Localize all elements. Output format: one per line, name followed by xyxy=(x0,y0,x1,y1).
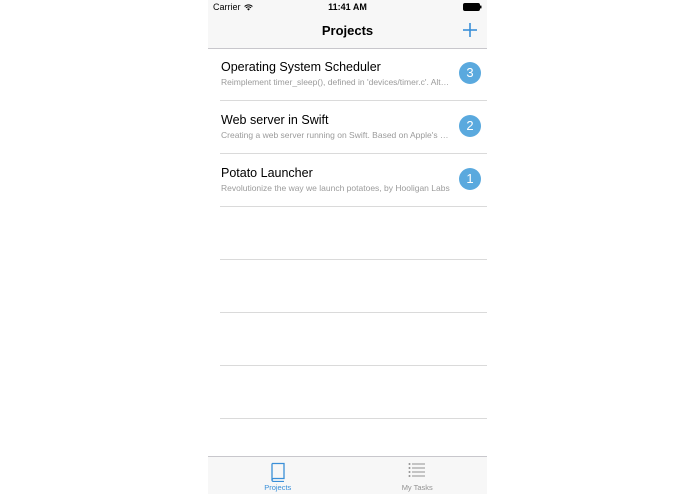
plus-icon xyxy=(463,23,477,37)
project-title: Web server in Swift xyxy=(221,113,329,127)
empty-row xyxy=(220,207,487,260)
project-title: Potato Launcher xyxy=(221,166,313,180)
page-title: Projects xyxy=(321,23,374,38)
battery-icon xyxy=(463,3,482,11)
empty-row xyxy=(220,260,487,313)
project-list: Operating System Scheduler Reimplement t… xyxy=(208,48,487,419)
project-row[interactable]: Web server in Swift Creating a web serve… xyxy=(220,101,487,154)
phone-screen: Carrier 11:41 AM Projects Operating Syst… xyxy=(208,0,487,494)
status-bar: Carrier 11:41 AM xyxy=(208,0,487,15)
project-description: Revolutionize the way we launch potatoes… xyxy=(221,183,450,193)
project-row[interactable]: Operating System Scheduler Reimplement t… xyxy=(220,48,487,101)
book-icon xyxy=(271,462,285,482)
tab-my-tasks[interactable]: My Tasks xyxy=(348,457,488,494)
screen: Carrier 11:41 AM Projects Operating Syst… xyxy=(0,0,695,494)
empty-row xyxy=(220,313,487,366)
project-description: Reimplement timer_sleep(), defined in 'd… xyxy=(221,77,451,87)
project-description: Creating a web server running on Swift. … xyxy=(221,130,451,140)
task-count-badge: 3 xyxy=(459,62,481,84)
task-count-badge: 2 xyxy=(459,115,481,137)
tab-bar: Projects My Tasks xyxy=(208,456,487,494)
status-time: 11:41 AM xyxy=(328,2,367,12)
project-row[interactable]: Potato Launcher Revolutionize the way we… xyxy=(220,154,487,207)
navigation-bar: Projects xyxy=(208,15,487,49)
list-icon xyxy=(408,463,426,477)
tab-label: My Tasks xyxy=(401,483,433,492)
tab-label: Projects xyxy=(264,483,292,492)
project-title: Operating System Scheduler xyxy=(221,60,381,74)
empty-row xyxy=(220,366,487,419)
tab-projects[interactable]: Projects xyxy=(208,457,348,494)
add-project-button[interactable] xyxy=(461,21,479,39)
task-count-badge: 1 xyxy=(459,168,481,190)
